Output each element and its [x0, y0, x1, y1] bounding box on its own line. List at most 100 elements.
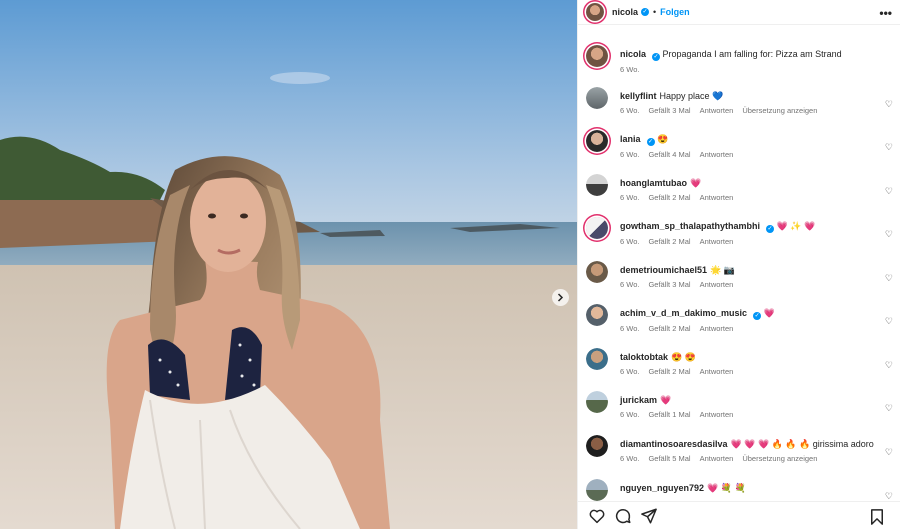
- verified-badge-icon: ✓: [652, 53, 661, 61]
- comment-username[interactable]: gowtham_sp_thalapathythambhi: [620, 221, 760, 231]
- comment-likes[interactable]: Gefällt 4 Mal: [648, 150, 690, 159]
- share-icon[interactable]: [640, 507, 658, 525]
- bookmark-icon[interactable]: [868, 508, 886, 526]
- comment-text: 🌟 📷: [710, 265, 735, 275]
- comment-likes[interactable]: Gefällt 2 Mal: [648, 237, 690, 246]
- comment-text: Happy place 💙: [659, 91, 724, 101]
- comment-likes[interactable]: Gefällt 3 Mal: [648, 106, 690, 115]
- comment-username[interactable]: taloktobtak: [620, 352, 668, 362]
- comment-time: 6 Wo.: [620, 237, 640, 246]
- list-item: nguyen_nguyen792 💗 💐 💐 ♡: [586, 479, 898, 501]
- author-username[interactable]: nicola: [612, 7, 638, 17]
- comment-username[interactable]: jurickam: [620, 395, 657, 405]
- heart-icon[interactable]: ♡: [885, 403, 893, 414]
- avatar[interactable]: [586, 348, 608, 370]
- comment-text: 💗 💗 💗 🔥 🔥 🔥 girissima adoro: [730, 439, 874, 449]
- comment-likes[interactable]: Gefällt 1 Mal: [648, 410, 690, 419]
- heart-icon[interactable]: ♡: [885, 447, 893, 458]
- comment-username[interactable]: lania: [620, 134, 641, 144]
- avatar[interactable]: [586, 87, 608, 109]
- list-item: jurickam 💗 6 Wo. Gefällt 1 Mal Antworten ♡: [586, 391, 898, 419]
- comment-likes[interactable]: Gefällt 5 Mal: [648, 454, 690, 463]
- comment-time: 6 Wo.: [620, 193, 640, 202]
- caption-username[interactable]: nicola: [620, 49, 646, 59]
- chevron-right-icon: [557, 293, 564, 302]
- reply-button[interactable]: Antworten: [700, 280, 734, 289]
- heart-icon[interactable]: ♡: [885, 273, 893, 284]
- comment-time: 6 Wo.: [620, 410, 640, 419]
- list-item: taloktobtak 😍 😍 6 Wo. Gefällt 2 Mal Antwort…: [586, 348, 898, 376]
- reply-button[interactable]: Antworten: [700, 106, 734, 115]
- avatar[interactable]: [586, 479, 608, 501]
- reply-button[interactable]: Antworten: [700, 237, 734, 246]
- avatar[interactable]: [586, 261, 608, 283]
- comment-username[interactable]: hoanglamtubao: [620, 178, 687, 188]
- comment-username[interactable]: achim_v_d_m_dakimo_music: [620, 308, 747, 318]
- verified-badge-icon: ✓: [766, 225, 775, 233]
- heart-icon[interactable]: [588, 507, 606, 525]
- post-panel: nicola ✓ • Folgen ••• nicola ✓ Propaganda…: [577, 0, 900, 529]
- comment-time: 6 Wo.: [620, 367, 640, 376]
- list-item: achim_v_d_m_dakimo_music ✓ 💗 6 Wo. Gefällt…: [586, 304, 898, 333]
- caption-time: 6 Wo.: [620, 65, 640, 74]
- follow-button[interactable]: Folgen: [660, 7, 690, 17]
- action-bar: [578, 501, 900, 529]
- avatar[interactable]: [586, 130, 608, 152]
- reply-button[interactable]: Antworten: [700, 150, 734, 159]
- verified-badge-icon: ✓: [753, 312, 762, 320]
- reply-button[interactable]: Antworten: [700, 367, 734, 376]
- comment-text: 😍 😍: [671, 352, 696, 362]
- caption-text: Propaganda I am falling for: Pizza am St…: [662, 49, 842, 59]
- list-item: diamantinosoaresdasilva 💗 💗 💗 🔥 🔥 🔥 giris…: [586, 435, 898, 463]
- avatar[interactable]: [586, 3, 604, 21]
- comment-username[interactable]: nguyen_nguyen792: [620, 483, 704, 493]
- list-item: lania ✓ 😍 6 Wo. Gefällt 4 Mal Antworten ♡: [586, 130, 898, 159]
- reply-button[interactable]: Antworten: [700, 324, 734, 333]
- next-photo-button[interactable]: [552, 289, 569, 306]
- comments-list[interactable]: nicola ✓ Propaganda I am falling for: Piz…: [578, 33, 900, 501]
- comment-username[interactable]: kellyflint: [620, 91, 657, 101]
- comment-username[interactable]: diamantinosoaresdasilva: [620, 439, 728, 449]
- comment-time: 6 Wo.: [620, 150, 640, 159]
- reply-button[interactable]: Antworten: [700, 410, 734, 419]
- avatar[interactable]: [586, 217, 608, 239]
- more-options-button[interactable]: •••: [879, 6, 892, 20]
- comment-time: 6 Wo.: [620, 280, 640, 289]
- post-header: nicola ✓ • Folgen •••: [578, 0, 900, 25]
- avatar[interactable]: [586, 174, 608, 196]
- reply-button[interactable]: Antworten: [700, 193, 734, 202]
- comment-text: 💗: [690, 178, 702, 188]
- comment-text: 💗 ✨ 💗: [776, 221, 816, 231]
- separator: •: [653, 7, 657, 17]
- comment-likes[interactable]: Gefällt 2 Mal: [648, 193, 690, 202]
- heart-icon[interactable]: ♡: [885, 360, 893, 371]
- comment-likes[interactable]: Gefällt 2 Mal: [648, 367, 690, 376]
- comment-time: 6 Wo.: [620, 106, 640, 115]
- heart-icon[interactable]: ♡: [885, 316, 893, 327]
- heart-icon[interactable]: ♡: [885, 99, 893, 110]
- comment-text: 💗: [660, 395, 672, 405]
- list-item: hoanglamtubao 💗 6 Wo. Gefällt 2 Mal Antwort…: [586, 174, 898, 202]
- avatar[interactable]: [586, 45, 608, 67]
- avatar[interactable]: [586, 435, 608, 457]
- comment-likes[interactable]: Gefällt 2 Mal: [648, 324, 690, 333]
- comment-icon[interactable]: [614, 507, 632, 525]
- avatar[interactable]: [586, 304, 608, 326]
- post-photo: [0, 0, 577, 529]
- heart-icon[interactable]: ♡: [885, 142, 893, 153]
- comment-username[interactable]: demetrioumichael51: [620, 265, 707, 275]
- translate-button[interactable]: Übersetzung anzeigen: [742, 106, 817, 115]
- list-item: kellyflint Happy place 💙 6 Wo. Gefällt 3 M…: [586, 87, 898, 115]
- comment-text: 💗 💐 💐: [707, 483, 746, 493]
- avatar[interactable]: [586, 391, 608, 413]
- list-item: demetrioumichael51 🌟 📷 6 Wo. Gefällt 3 Mal…: [586, 261, 898, 289]
- heart-icon[interactable]: ♡: [885, 186, 893, 197]
- list-item: gowtham_sp_thalapathythambhi ✓ 💗 ✨ 💗 6 Wo…: [586, 217, 898, 246]
- translate-button[interactable]: Übersetzung anzeigen: [742, 454, 817, 463]
- reply-button[interactable]: Antworten: [700, 454, 734, 463]
- heart-icon[interactable]: ♡: [885, 229, 893, 240]
- comment-time: 6 Wo.: [620, 324, 640, 333]
- verified-badge-icon: ✓: [646, 138, 655, 146]
- heart-icon[interactable]: ♡: [885, 491, 893, 501]
- comment-likes[interactable]: Gefällt 3 Mal: [648, 280, 690, 289]
